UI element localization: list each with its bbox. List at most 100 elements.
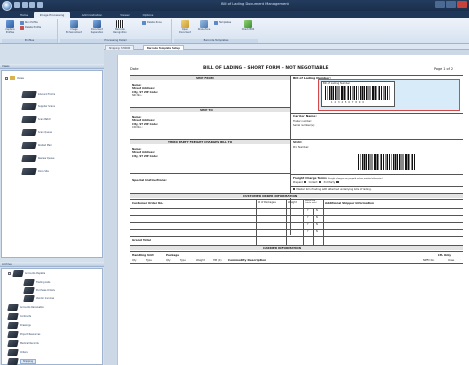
- views-root[interactable]: - Views: [5, 76, 24, 80]
- archive-item[interactable]: Project Resources: [7, 331, 40, 338]
- trailer-number-label: Trailer number:: [293, 120, 313, 123]
- undo-icon[interactable]: [21, 2, 28, 8]
- archive-item-selected[interactable]: Shipping: [7, 358, 37, 365]
- co-row-y: Y: [307, 216, 309, 219]
- cabinet-icon: [7, 340, 19, 347]
- ci-col-weight: Weight: [196, 259, 205, 262]
- barcode-recognition-icon: [116, 20, 124, 28]
- rule: [130, 236, 463, 237]
- redo-icon[interactable]: [29, 2, 35, 8]
- ship-from-fields: Name: Street Address: City, ST ZIP Code:…: [132, 84, 158, 98]
- co-row-y: Y: [307, 209, 309, 212]
- archive-tree: - Accounts Payable Trading Lists Purchase…: [1, 268, 103, 365]
- rule: [130, 198, 463, 200]
- co-col-additional: Additional Shipper Information: [325, 201, 374, 205]
- ci-col-type: Type: [180, 259, 186, 262]
- capture-profiles-button[interactable]: Capture Profiles: [3, 20, 17, 34]
- templates-icon: [214, 21, 218, 25]
- barcode-recognition-button[interactable]: Barcode Recognition: [110, 20, 130, 34]
- delete-zone-button[interactable]: Delete Zone: [142, 21, 162, 25]
- co-row-y: Y: [307, 223, 309, 226]
- collapse-icon[interactable]: -: [5, 76, 8, 80]
- archive-child[interactable]: Purchase Orders: [23, 287, 55, 294]
- archive-item[interactable]: Contracts: [7, 313, 31, 320]
- third-party-header: THIRD PARTY FREIGHT CHARGES BILL TO: [168, 140, 233, 144]
- view-item[interactable]: Review Queue: [21, 155, 54, 162]
- minimize-icon[interactable]: [435, 1, 445, 8]
- scanner-icon: [21, 91, 37, 98]
- check-bcr-button[interactable]: Check BCR: [240, 20, 256, 32]
- ci-col-qty: Qty: [166, 259, 171, 262]
- collect-checkbox[interactable]: [318, 181, 321, 184]
- save-icon[interactable]: [14, 2, 20, 8]
- package-label: Package: [166, 253, 180, 257]
- view-item[interactable]: Inbound Forms: [21, 91, 55, 98]
- rule: [130, 229, 463, 230]
- close-icon[interactable]: [457, 1, 467, 8]
- scanner-icon: [21, 116, 37, 123]
- scanner-icon: [21, 155, 37, 162]
- image-enhancement-button[interactable]: Image Enhancement: [64, 20, 84, 34]
- ship-to-header: SHIP TO: [200, 108, 213, 112]
- rule: [130, 215, 463, 216]
- archive-item[interactable]: Medical Records: [7, 340, 39, 347]
- archive-item[interactable]: Orders: [7, 349, 28, 356]
- cabinet-icon: [7, 331, 19, 338]
- scac-label: SCAC:: [293, 140, 303, 144]
- view-item[interactable]: Supplier Scans: [21, 103, 55, 110]
- bill-of-lading-page: Date BILL OF LADING – SHORT FORM – NOT N…: [117, 55, 469, 365]
- app-menu-orb-icon[interactable]: [2, 1, 12, 11]
- master-bol-note: Master bill of lading with attached unde…: [293, 188, 371, 191]
- barcode-digits: 1 2 3 4 5 6 7 8 9 0: [331, 101, 365, 104]
- carrier-name-label: Carrier Name:: [293, 114, 317, 118]
- barcode-bars: [325, 86, 391, 100]
- co-col-pallet: Pallet/Slip (circle one): [305, 200, 317, 205]
- tab-shipping-document[interactable]: Shipping: S70000: [105, 45, 135, 50]
- document-separation-icon: [93, 20, 101, 28]
- maximize-icon[interactable]: [446, 1, 456, 8]
- quick-access-toolbar: [14, 2, 43, 9]
- run-profile-button[interactable]: Run Profile: [20, 21, 38, 25]
- pro-barcode-bars: [358, 154, 416, 170]
- archive-item[interactable]: Drawings: [7, 322, 31, 329]
- window-controls: [435, 1, 467, 8]
- carrier-info-header: CARRIER INFORMATION: [263, 246, 302, 250]
- rule: [130, 208, 463, 209]
- templates-dropdown[interactable]: Templates: [214, 21, 231, 25]
- cabinet-icon: [7, 349, 19, 356]
- view-item[interactable]: Routed Mail: [21, 142, 52, 149]
- views-pane-header: Views: [0, 64, 104, 69]
- barcode-templates-group: Open Document Draw Zone Templates Check …: [174, 19, 258, 43]
- delete-profile-icon: [20, 26, 24, 30]
- tab-barcode-template-setup[interactable]: Barcode Template Setup: [143, 45, 184, 50]
- view-item[interactable]: Scan Batch: [21, 116, 51, 123]
- grand-total-label: Grand Total: [132, 238, 151, 242]
- prepaid-checkbox[interactable]: [303, 181, 307, 184]
- document-title: BILL OF LADING – SHORT FORM – NOT NEGOTI…: [203, 66, 329, 71]
- rule: [290, 186, 463, 187]
- draw-zone-button[interactable]: Draw Zone: [196, 20, 212, 32]
- commodity-description-label: Commodity Description: [228, 258, 267, 262]
- handling-unit-label: Handling Unit: [132, 253, 154, 257]
- scanner-icon: [21, 168, 37, 175]
- view-item[interactable]: Docs Site: [21, 168, 49, 175]
- customer-order-header: CUSTOMER ORDER INFORMATION: [243, 194, 298, 198]
- barcode-zone-label: Bill of Lading Number: [323, 82, 351, 85]
- ltl-col-nmfc: NMFC No.: [423, 259, 435, 262]
- delete-profile-button[interactable]: Delete Profile: [20, 26, 41, 30]
- dropdown-icon[interactable]: [36, 2, 43, 8]
- archive-item[interactable]: Accounts Receivable: [7, 304, 44, 311]
- window-title: Bill of Lading Document Management: [221, 2, 289, 6]
- capture-profiles-icon: [6, 20, 14, 28]
- collapse-icon[interactable]: -: [8, 272, 11, 275]
- cabinet-icon: [23, 279, 35, 286]
- archive-root[interactable]: - Accounts Payable: [8, 270, 45, 277]
- third-party-checkbox[interactable]: [336, 181, 339, 184]
- document-separation-button[interactable]: Document Separation: [87, 20, 107, 34]
- view-item[interactable]: Scan Queue: [21, 129, 52, 136]
- open-document-button[interactable]: Open Document: [176, 20, 194, 34]
- archive-child[interactable]: Trading Lists: [23, 279, 50, 286]
- ci-col-qty: Qty: [132, 259, 137, 262]
- co-row-n: N: [316, 209, 318, 212]
- archive-child[interactable]: Vendor Invoices: [23, 295, 54, 302]
